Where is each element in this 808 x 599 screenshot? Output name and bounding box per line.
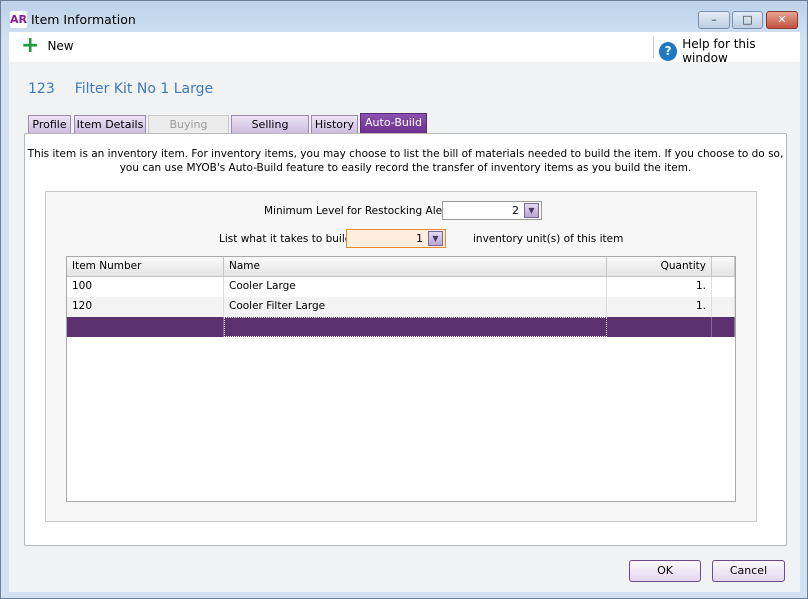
chevron-down-icon[interactable]: ▼	[524, 203, 539, 218]
build-value: 1	[416, 232, 423, 245]
cell-spacer	[712, 317, 735, 337]
cell-item-number[interactable]: 120	[67, 297, 224, 317]
table-header: Item Number Name Quantity	[67, 257, 735, 277]
chevron-down-icon[interactable]: ▼	[428, 231, 443, 246]
info-text: This item is an inventory item. For inve…	[25, 147, 786, 175]
tab-history[interactable]: History	[311, 115, 358, 134]
cell-item-number[interactable]	[67, 317, 224, 337]
help-button[interactable]: ? Help for this window	[659, 37, 800, 65]
toolbar: + New ? Help for this window	[9, 32, 800, 65]
components-table: Item Number Name Quantity 100 Cooler Lar…	[66, 256, 736, 502]
build-box: Minimum Level for Restocking Alert: 2 ▼ …	[45, 191, 757, 522]
tab-profile[interactable]: Profile	[28, 115, 71, 134]
item-information-window: AR Item Information – □ ✕ + New ? Help f…	[0, 0, 808, 599]
table-row[interactable]: 100 Cooler Large 1.	[67, 277, 735, 297]
info-line-2: you can use MYOB's Auto-Build feature to…	[119, 162, 692, 174]
plus-icon: +	[21, 33, 40, 58]
item-number: 123	[28, 81, 55, 97]
restock-level-combo[interactable]: 2 ▼	[442, 201, 542, 220]
tab-auto-build[interactable]: Auto-Build	[360, 113, 427, 134]
auto-build-panel: This item is an inventory item. For inve…	[24, 133, 787, 546]
new-button[interactable]: + New	[21, 33, 74, 58]
app-logo-icon: AR	[10, 11, 27, 28]
column-spacer	[712, 257, 735, 277]
window-body: 123 Filter Kit No 1 Large Profile Item De…	[9, 62, 800, 592]
help-icon: ?	[659, 41, 678, 61]
window-title: Item Information	[31, 12, 136, 27]
column-item-number[interactable]: Item Number	[67, 257, 224, 277]
help-label: Help for this window	[682, 37, 756, 65]
cell-name[interactable]: Cooler Filter Large	[224, 297, 607, 317]
maximize-button[interactable]: □	[732, 11, 763, 29]
toolbar-divider	[653, 36, 654, 58]
table-row-new-selected[interactable]	[67, 317, 735, 337]
cell-spacer	[712, 297, 735, 317]
cancel-button[interactable]: Cancel	[712, 560, 785, 582]
build-label: List what it takes to build	[219, 233, 352, 245]
restock-label: Minimum Level for Restocking Alert:	[264, 205, 455, 217]
item-name: Filter Kit No 1 Large	[74, 81, 214, 97]
info-line-1: This item is an inventory item. For inve…	[27, 148, 784, 160]
minimize-button[interactable]: –	[698, 11, 730, 29]
column-name[interactable]: Name	[224, 257, 607, 277]
new-label: New	[47, 39, 74, 53]
build-suffix: inventory unit(s) of this item	[473, 233, 624, 245]
cell-name[interactable]	[224, 317, 607, 337]
title-bar[interactable]: AR Item Information – □ ✕	[1, 1, 807, 35]
ok-button[interactable]: OK	[629, 560, 701, 582]
table-row[interactable]: 120 Cooler Filter Large 1.	[67, 297, 735, 317]
tab-item-details[interactable]: Item Details	[74, 115, 146, 134]
restock-value: 2	[512, 204, 519, 217]
build-quantity-combo[interactable]: 1 ▼	[346, 229, 446, 248]
cell-name[interactable]: Cooler Large	[224, 277, 607, 297]
close-button[interactable]: ✕	[766, 11, 798, 29]
cell-item-number[interactable]: 100	[67, 277, 224, 297]
item-header: 123 Filter Kit No 1 Large	[28, 81, 233, 97]
column-quantity[interactable]: Quantity	[607, 257, 712, 277]
cell-spacer	[712, 277, 735, 297]
cell-quantity[interactable]	[607, 317, 712, 337]
tab-buying-details: Buying Details	[148, 115, 229, 149]
tab-selling-details[interactable]: Selling Details	[231, 115, 309, 149]
cell-quantity[interactable]: 1.	[607, 277, 712, 297]
cell-quantity[interactable]: 1.	[607, 297, 712, 317]
